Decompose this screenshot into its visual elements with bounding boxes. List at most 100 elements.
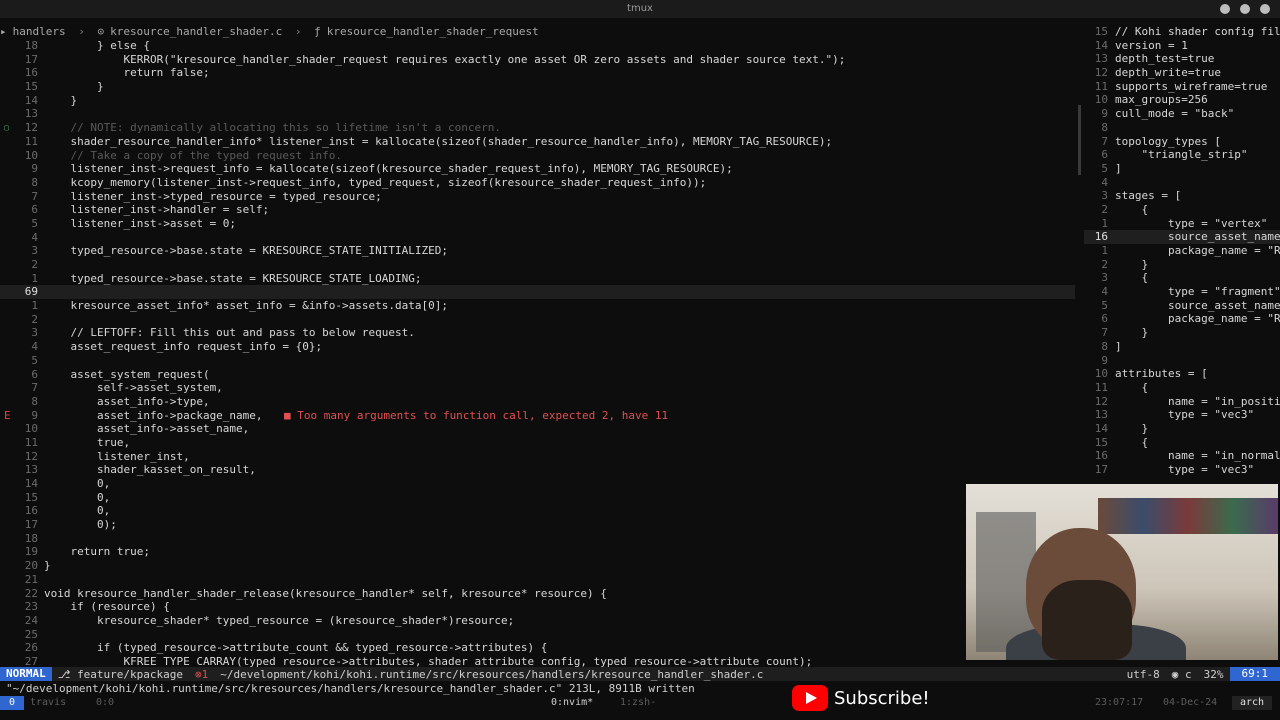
breadcrumb-file[interactable]: kresource_handler_shader.c (110, 25, 282, 38)
code-line[interactable]: 26 if (typed_resource->attribute_count &… (0, 641, 1075, 655)
config-line[interactable]: 16 name = "in_normal (1084, 449, 1280, 463)
code-line[interactable]: 12 listener_inst, (0, 450, 1075, 464)
code-text: } (44, 559, 51, 573)
config-line[interactable]: 12 name = "in_positi (1084, 395, 1280, 409)
code-line[interactable]: 15 0, (0, 491, 1075, 505)
code-line[interactable]: 17 0); (0, 518, 1075, 532)
config-line[interactable]: 8 (1084, 121, 1280, 135)
code-line[interactable]: 18 (0, 532, 1075, 546)
config-line[interactable]: 6 package_name = "R (1084, 312, 1280, 326)
breadcrumb-function[interactable]: kresource_handler_shader_request (327, 25, 539, 38)
code-line[interactable]: 22 void kresource_handler_shader_release(… (0, 587, 1075, 601)
code-line[interactable]: 27 KFREE_TYPE_CARRAY(typed_resource->att… (0, 655, 1075, 667)
code-line[interactable]: 8 kcopy_memory(listener_inst->request_in… (0, 176, 1075, 190)
config-line[interactable]: 1 type = "vertex" (1084, 217, 1280, 231)
code-line[interactable]: 3 // LEFTOFF: Fill this out and pass to … (0, 326, 1075, 340)
code-line[interactable]: 6 asset_system_request( (0, 368, 1075, 382)
config-line[interactable]: 3 { (1084, 271, 1280, 285)
code-line[interactable]: 2 (0, 313, 1075, 327)
code-line[interactable]: 3 typed_resource->base.state = KRESOURCE… (0, 244, 1075, 258)
config-line[interactable]: 15 // Kohi shader config fil (1084, 25, 1280, 39)
minimize-button[interactable] (1220, 4, 1230, 14)
config-line[interactable]: 5] (1084, 162, 1280, 176)
config-line[interactable]: 14 } (1084, 422, 1280, 436)
code-line[interactable]: 14 } (0, 94, 1075, 108)
tmux-window-nvim[interactable]: 0:nvim* (551, 696, 593, 710)
code-line[interactable]: 25 (0, 628, 1075, 642)
chevron-right-icon: › (78, 25, 85, 38)
code-line[interactable]: 16 return false; (0, 66, 1075, 80)
config-line[interactable]: 1 package_name = "R (1084, 244, 1280, 258)
code-line[interactable]: 21 (0, 573, 1075, 587)
code-line[interactable]: 4 asset_request_info request_info = {0}; (0, 340, 1075, 354)
config-line[interactable]: 11 { (1084, 381, 1280, 395)
code-line[interactable]: 5 (0, 354, 1075, 368)
code-line[interactable]: 16 0, (0, 504, 1075, 518)
config-line[interactable]: 13 depth_test=true (1084, 52, 1280, 66)
breadcrumb-folder[interactable]: handlers (13, 25, 66, 38)
line-number: 14 (1094, 38, 1108, 52)
code-line[interactable]: 11 shader_resource_handler_info* listene… (0, 135, 1075, 149)
code-line[interactable]: 2 (0, 258, 1075, 272)
code-line[interactable]: 10 asset_info->asset_name, (0, 422, 1075, 436)
command-message: "~/development/kohi/kohi.runtime/src/kre… (6, 682, 695, 695)
code-line[interactable]: 11 true, (0, 436, 1075, 450)
config-line[interactable]: 10 max_groups=256 (1084, 93, 1280, 107)
code-text: name = "in_positi (1115, 394, 1280, 408)
code-line[interactable]: 13 (0, 107, 1075, 121)
config-line[interactable]: 16 source_asset_name (1084, 230, 1280, 244)
code-text: kresource_asset_info* asset_info = &info… (44, 299, 448, 313)
code-line[interactable]: 8 asset_info->type, (0, 395, 1075, 409)
close-button[interactable] (1260, 4, 1270, 14)
config-line[interactable]: 11 supports_wireframe=true (1084, 80, 1280, 94)
code-line[interactable]: 9E asset_info->package_name, ■ Too many a… (0, 409, 1075, 423)
tmux-session-index[interactable]: 0 (0, 696, 24, 710)
config-line[interactable]: 4 type = "fragment" (1084, 285, 1280, 299)
code-line[interactable]: 69 (0, 285, 1075, 300)
config-line[interactable]: 15 { (1084, 436, 1280, 450)
config-line[interactable]: 6 "triangle_strip" (1084, 148, 1280, 162)
code-line[interactable]: 10 // Take a copy of the typed request i… (0, 149, 1075, 163)
config-line[interactable]: 14 version = 1 (1084, 39, 1280, 53)
pane-divider[interactable] (1078, 105, 1081, 175)
config-line[interactable]: 7 } (1084, 326, 1280, 340)
code-line[interactable]: 18 } else { (0, 39, 1075, 53)
code-line[interactable]: 1 typed_resource->base.state = KRESOURCE… (0, 272, 1075, 286)
code-line[interactable]: 14 0, (0, 477, 1075, 491)
tmux-window-zsh[interactable]: 1:zsh- (620, 696, 656, 710)
code-line[interactable]: 17 KERROR("kresource_handler_shader_requ… (0, 53, 1075, 67)
config-line[interactable]: 17 type = "vec3" (1084, 463, 1280, 477)
config-line[interactable]: 10 attributes = [ (1084, 367, 1280, 381)
code-text: ] (1115, 339, 1122, 353)
code-line[interactable]: 4 (0, 231, 1075, 245)
config-line[interactable]: 7 topology_types [ (1084, 135, 1280, 149)
config-line[interactable]: 3 stages = [ (1084, 189, 1280, 203)
config-line[interactable]: 9 cull_mode = "back" (1084, 107, 1280, 121)
code-line[interactable]: 5 listener_inst->asset = 0; (0, 217, 1075, 231)
config-line[interactable]: 13 type = "vec3" (1084, 408, 1280, 422)
line-number: 17 (24, 52, 38, 66)
maximize-button[interactable] (1240, 4, 1250, 14)
code-editor-pane[interactable]: 18 } else {17 KERROR("kresource_handler_… (0, 39, 1075, 667)
code-line[interactable]: 9 listener_inst->request_info = kallocat… (0, 162, 1075, 176)
code-line[interactable]: 20} (0, 559, 1075, 573)
code-line[interactable]: 12 ▢ // NOTE: dynamically allocating this… (0, 121, 1075, 135)
line-number: 9 (1101, 107, 1108, 121)
code-line[interactable]: 15 } (0, 80, 1075, 94)
code-line[interactable]: 24 kresource_shader* typed_resource = (k… (0, 614, 1075, 628)
code-line[interactable]: 23 if (resource) { (0, 600, 1075, 614)
config-line[interactable]: 4 (1084, 176, 1280, 190)
code-line[interactable]: 6 listener_inst->handler = self; (0, 203, 1075, 217)
config-line[interactable]: 9 (1084, 354, 1280, 368)
code-line[interactable]: 7 self->asset_system, (0, 381, 1075, 395)
config-line[interactable]: 2 } (1084, 258, 1280, 272)
code-line[interactable]: 7 listener_inst->typed_resource = typed_… (0, 190, 1075, 204)
code-line[interactable]: 19 return true; (0, 545, 1075, 559)
code-line[interactable]: 13 shader_kasset_on_result, (0, 463, 1075, 477)
config-line[interactable]: 2 { (1084, 203, 1280, 217)
config-line[interactable]: 5 source_asset_name (1084, 299, 1280, 313)
config-line[interactable]: 12 depth_write=true (1084, 66, 1280, 80)
line-number: 5 (1101, 161, 1108, 175)
config-line[interactable]: 8] (1084, 340, 1280, 354)
code-line[interactable]: 1 kresource_asset_info* asset_info = &in… (0, 299, 1075, 313)
